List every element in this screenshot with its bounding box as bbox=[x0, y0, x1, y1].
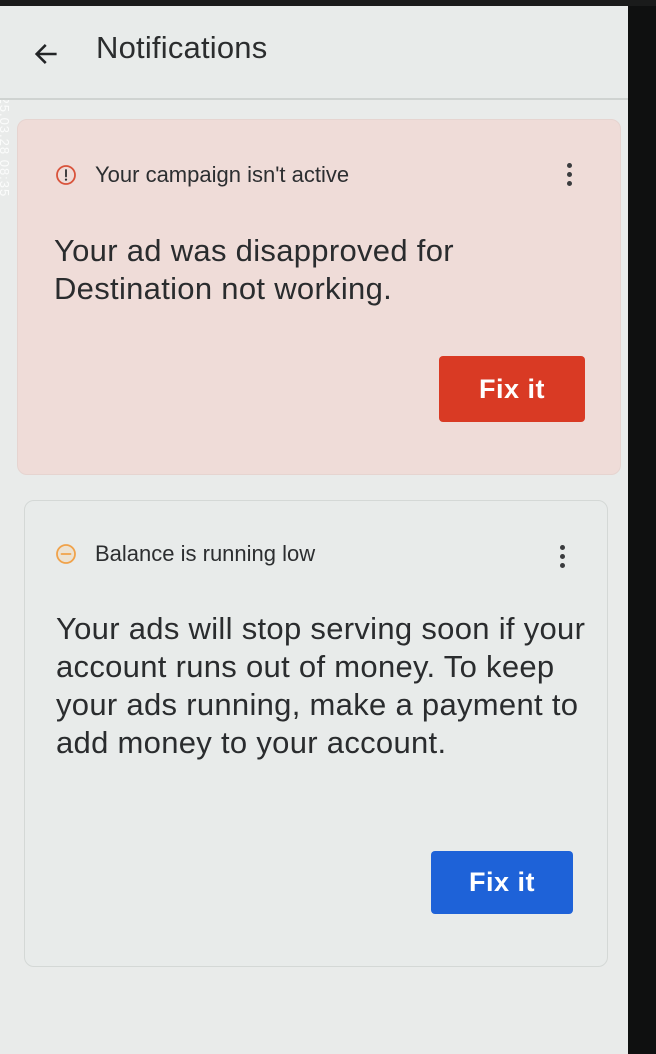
more-vert-icon-dot bbox=[566, 162, 572, 168]
card-header: Your campaign isn't active bbox=[55, 162, 349, 188]
more-vert-icon-dot bbox=[559, 562, 565, 568]
fix-it-button[interactable]: Fix it bbox=[439, 356, 585, 422]
page-title: Notifications bbox=[96, 30, 268, 65]
card-header: Balance is running low bbox=[55, 541, 315, 567]
notification-card-balance-low: Balance is running low Your ads will sto… bbox=[24, 500, 608, 967]
card-status-title: Your campaign isn't active bbox=[95, 162, 350, 187]
more-vert-icon-dot bbox=[559, 544, 565, 550]
card-message: Your ad was disapproved for Destination … bbox=[54, 233, 454, 306]
minus-circle-icon bbox=[55, 543, 77, 565]
more-vert-icon-dot bbox=[566, 180, 572, 186]
fix-it-button[interactable]: Fix it bbox=[431, 851, 573, 914]
more-vert-icon-dot bbox=[559, 553, 565, 559]
device-bezel-top bbox=[0, 0, 656, 6]
more-options-button[interactable] bbox=[557, 154, 581, 194]
card-status-title: Balance is running low bbox=[95, 541, 316, 566]
notifications-screen: Chennai 2025.03.28 08:35 Notifications Y… bbox=[0, 0, 628, 1054]
more-vert-icon-dot bbox=[566, 171, 572, 177]
arrow-left-icon bbox=[34, 44, 57, 64]
notification-card-campaign-inactive: Your campaign isn't active Your ad was d… bbox=[17, 119, 621, 475]
more-options-button[interactable] bbox=[550, 536, 574, 576]
back-button[interactable] bbox=[28, 36, 64, 72]
device-bezel bbox=[628, 0, 656, 1054]
error-circle-icon bbox=[55, 164, 77, 186]
app-bar: Notifications bbox=[0, 6, 628, 100]
card-message: Your ads will stop serving soon if your … bbox=[56, 611, 586, 760]
